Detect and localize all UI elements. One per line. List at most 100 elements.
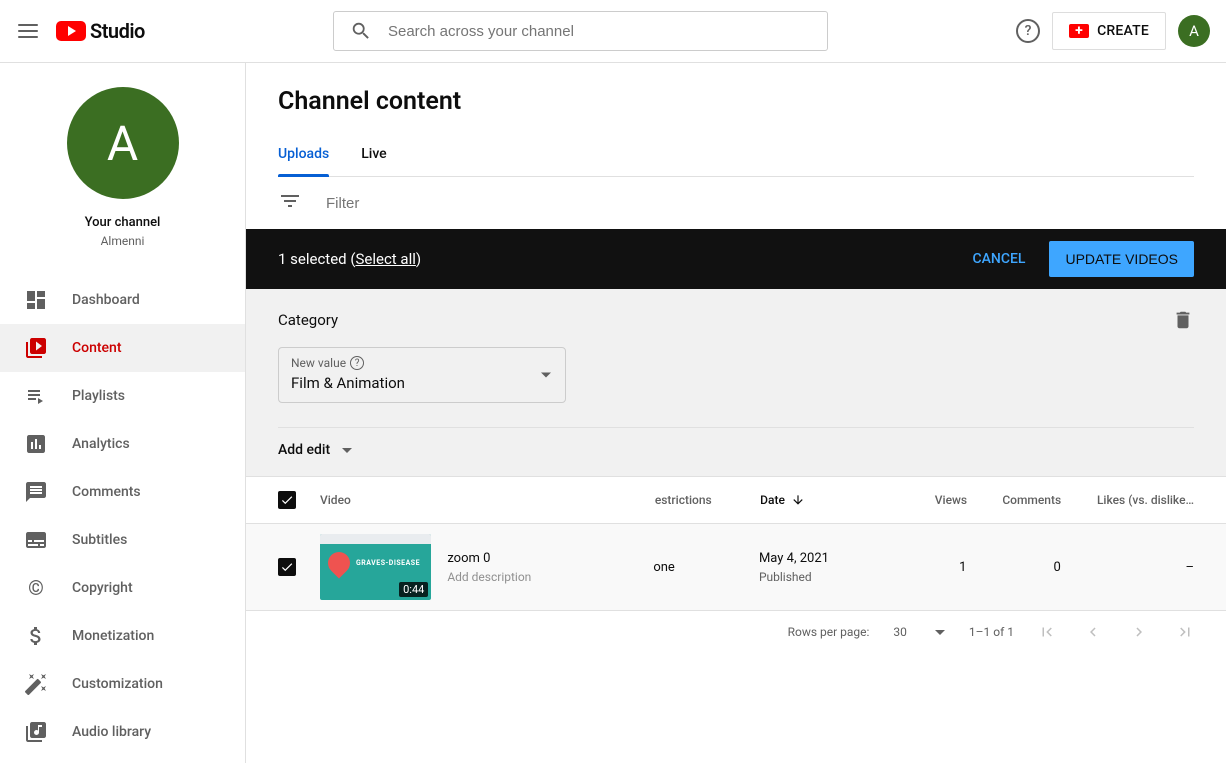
selection-count: 1 selected (Select all) xyxy=(278,250,421,268)
create-video-icon xyxy=(1069,24,1089,38)
row-comments: 0 xyxy=(966,560,1060,575)
thumb-text: GRAVES-DISEASE xyxy=(356,559,420,567)
help-icon[interactable]: ? xyxy=(1016,19,1040,43)
col-date[interactable]: Date xyxy=(760,493,901,507)
heart-icon xyxy=(323,547,354,578)
row-checkbox[interactable] xyxy=(278,558,296,576)
create-label: CREATE xyxy=(1097,23,1149,39)
sidebar-item-label: Comments xyxy=(72,484,141,500)
chevron-down-icon xyxy=(541,373,551,378)
playlists-icon xyxy=(24,384,48,408)
sidebar-item-label: Analytics xyxy=(72,436,130,452)
col-likes[interactable]: Likes (vs. dislike… xyxy=(1061,493,1194,507)
sidebar-item-label: Audio library xyxy=(72,724,151,740)
content-tabs: Uploads Live xyxy=(278,136,1194,177)
row-likes: – xyxy=(1061,560,1194,575)
search-icon xyxy=(350,20,372,42)
table-row[interactable]: GRAVES-DISEASE 0:44 zoom 0 Add descripti… xyxy=(246,524,1226,611)
studio-logo[interactable]: Studio xyxy=(56,19,145,43)
next-page-button[interactable] xyxy=(1130,623,1148,641)
video-table: Video estrictions Date Views Comments Li… xyxy=(246,476,1226,611)
sidebar-item-dashboard[interactable]: Dashboard xyxy=(0,276,245,324)
row-date-status: Published xyxy=(759,570,901,584)
filter-row xyxy=(246,177,1226,229)
sidebar-nav: Dashboard Content Playlists Analytics Co… xyxy=(0,264,245,756)
col-comments[interactable]: Comments xyxy=(967,493,1061,507)
update-videos-button[interactable]: UPDATE VIDEOS xyxy=(1049,241,1194,277)
tab-live[interactable]: Live xyxy=(361,136,386,176)
dashboard-icon xyxy=(24,288,48,312)
content-icon xyxy=(24,336,48,360)
rows-per-page-select[interactable]: 30 xyxy=(893,625,945,639)
youtube-icon xyxy=(56,21,86,41)
sidebar-item-subtitles[interactable]: Subtitles xyxy=(0,516,245,564)
search-box[interactable] xyxy=(333,11,828,51)
rows-per-page-label: Rows per page: xyxy=(788,625,870,639)
selection-bar: 1 selected (Select all) CANCEL UPDATE VI… xyxy=(246,229,1226,289)
video-description-placeholder[interactable]: Add description xyxy=(447,570,653,584)
customization-icon xyxy=(24,672,48,696)
edit-field-label: Category xyxy=(278,311,338,329)
table-header: Video estrictions Date Views Comments Li… xyxy=(246,476,1226,524)
sidebar-item-copyright[interactable]: © Copyright xyxy=(0,564,245,612)
filter-input[interactable] xyxy=(326,195,1194,212)
create-button[interactable]: CREATE xyxy=(1052,12,1166,50)
col-restrictions[interactable]: estrictions xyxy=(655,493,760,507)
prev-page-button[interactable] xyxy=(1084,623,1102,641)
sidebar-item-playlists[interactable]: Playlists xyxy=(0,372,245,420)
select-all-checkbox[interactable] xyxy=(278,491,296,509)
main-content: Channel content Uploads Live 1 selected … xyxy=(246,63,1226,763)
select-floating-label: New value ? xyxy=(291,356,553,370)
filter-icon[interactable] xyxy=(278,189,302,217)
sidebar-item-label: Subtitles xyxy=(72,532,127,548)
video-duration: 0:44 xyxy=(399,582,428,597)
select-all-link[interactable]: Select all xyxy=(355,250,415,268)
arrow-down-icon xyxy=(791,493,805,507)
last-page-button[interactable] xyxy=(1176,623,1194,641)
video-info: zoom 0 Add description xyxy=(431,551,653,584)
logo-text: Studio xyxy=(90,19,145,43)
sidebar-item-label: Customization xyxy=(72,676,163,692)
pagination: Rows per page: 30 1–1 of 1 xyxy=(246,611,1226,653)
select-value: Film & Animation xyxy=(291,374,553,392)
trash-icon[interactable] xyxy=(1172,309,1194,331)
add-edit-label: Add edit xyxy=(278,442,330,458)
row-date: May 4, 2021 Published xyxy=(759,551,901,584)
account-avatar[interactable]: A xyxy=(1178,15,1210,47)
row-views: 1 xyxy=(900,560,966,575)
sidebar-item-monetization[interactable]: Monetization xyxy=(0,612,245,660)
sidebar-item-content[interactable]: Content xyxy=(0,324,245,372)
app-header: Studio ? CREATE A xyxy=(0,0,1226,63)
row-restrictions: one xyxy=(653,560,759,575)
col-views[interactable]: Views xyxy=(901,493,967,507)
page-header: Channel content Uploads Live xyxy=(246,63,1226,177)
chevron-down-icon xyxy=(342,448,352,453)
video-title[interactable]: zoom 0 xyxy=(447,551,653,566)
sidebar-item-comments[interactable]: Comments xyxy=(0,468,245,516)
add-edit-button[interactable]: Add edit xyxy=(278,427,1194,476)
menu-icon[interactable] xyxy=(16,19,40,43)
channel-avatar: A xyxy=(67,87,179,199)
video-thumbnail[interactable]: GRAVES-DISEASE 0:44 xyxy=(320,534,431,600)
tab-uploads[interactable]: Uploads xyxy=(278,136,329,176)
analytics-icon xyxy=(24,432,48,456)
sidebar-item-label: Playlists xyxy=(72,388,125,404)
first-page-button[interactable] xyxy=(1038,623,1056,641)
sidebar-item-customization[interactable]: Customization xyxy=(0,660,245,708)
sidebar-item-label: Dashboard xyxy=(72,292,140,308)
cancel-button[interactable]: CANCEL xyxy=(972,251,1025,267)
audio-library-icon xyxy=(24,720,48,744)
channel-block[interactable]: A Your channel Almenni xyxy=(0,63,245,264)
sidebar-item-audio-library[interactable]: Audio library xyxy=(0,708,245,756)
sidebar-item-label: Monetization xyxy=(72,628,154,644)
page-range: 1–1 of 1 xyxy=(969,625,1014,639)
sidebar-item-label: Content xyxy=(72,340,122,356)
bulk-edit-panel: Category New value ? Film & Animation Ad… xyxy=(246,289,1226,476)
category-select[interactable]: New value ? Film & Animation xyxy=(278,347,566,403)
subtitles-icon xyxy=(24,528,48,552)
col-video[interactable]: Video xyxy=(296,493,655,507)
help-icon[interactable]: ? xyxy=(350,356,364,370)
search-input[interactable] xyxy=(388,23,811,40)
sidebar: A Your channel Almenni Dashboard Content… xyxy=(0,63,246,763)
sidebar-item-analytics[interactable]: Analytics xyxy=(0,420,245,468)
